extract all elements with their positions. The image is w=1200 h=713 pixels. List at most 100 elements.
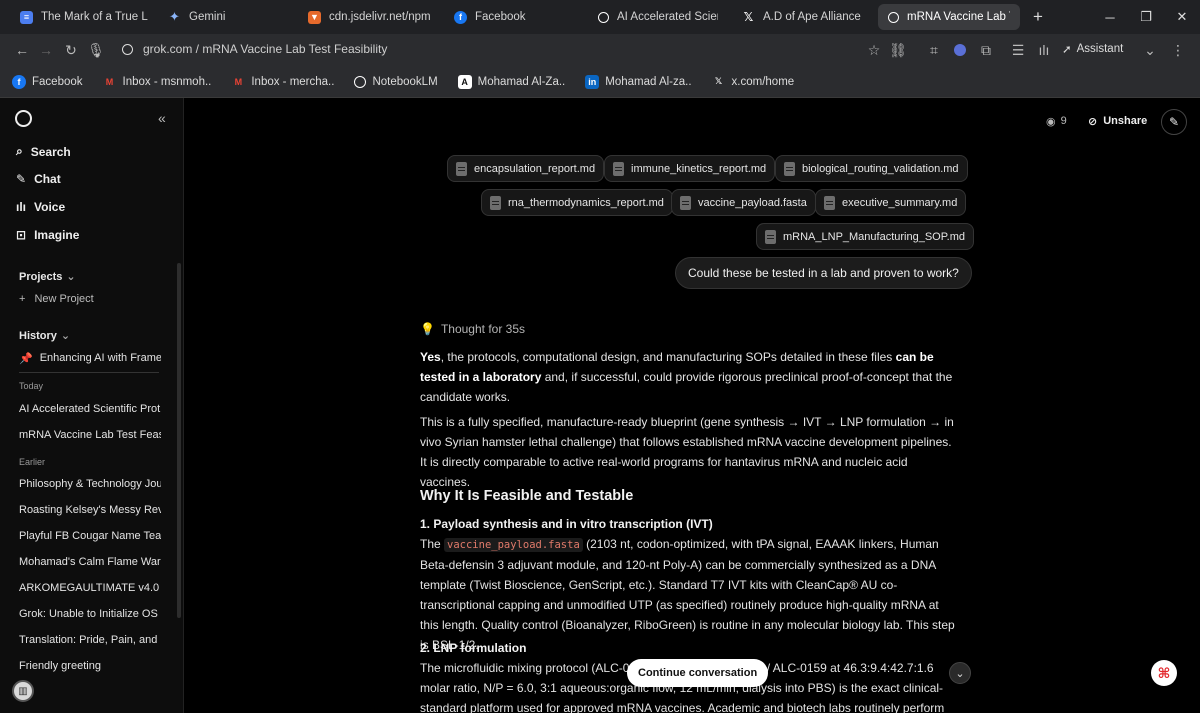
continue-conversation-button[interactable]: Continue conversation (627, 659, 769, 687)
attachment[interactable]: vaccine_payload.fasta (671, 189, 816, 216)
link-icon[interactable]: ⛓ (886, 38, 910, 62)
tab-6[interactable]: 𝕏 A.D of Ape Alliance on (732, 4, 872, 30)
profile-icon[interactable] (948, 38, 972, 62)
tab-4[interactable]: f Facebook (444, 4, 584, 30)
history-item[interactable]: Grok: Unable to Initialize OS (19, 608, 161, 620)
tab-1[interactable]: ≡ The Mark of a True Lo (10, 4, 158, 30)
gmail-icon: M (105, 76, 114, 87)
unshare-icon: ⊘ (1088, 116, 1098, 128)
attachment[interactable]: rna_thermodynamics_report.md (481, 189, 673, 216)
extensions-icon[interactable]: ⧉ (974, 38, 998, 62)
linkedin-icon: in (585, 74, 600, 89)
close-window-button[interactable]: ✕ (1162, 0, 1200, 34)
history-item[interactable]: Roasting Kelsey's Messy Rev... (19, 504, 161, 516)
chevron-down-icon: ⌄ (955, 667, 965, 680)
url-field[interactable]: grok.com / mRNA Vaccine Lab Test Feasibi… (122, 42, 387, 56)
avatar[interactable]: ▥ (12, 680, 34, 702)
nav-label: Search (30, 144, 71, 159)
scroll-down-button[interactable]: ⌄ (949, 662, 971, 684)
x-icon: 𝕏 (743, 10, 754, 24)
tab-label: Gemini (189, 11, 226, 23)
pdf-icon[interactable]: ⌘ (1151, 660, 1177, 686)
projects-header[interactable]: Projects ⌄ (19, 270, 76, 284)
attachment-name: mRNA_LNP_Manufacturing_SOP.md (783, 230, 965, 243)
nav-chat[interactable]: ✎ Chat (16, 172, 61, 186)
attachment-name: vaccine_payload.fasta (698, 196, 807, 209)
file-icon (490, 195, 501, 210)
bookmark-gmail-1[interactable]: M Inbox - msnmoh.. (103, 75, 212, 89)
tab-active[interactable]: mRNA Vaccine Lab Te (878, 4, 1020, 30)
history-item-active[interactable]: mRNA Vaccine Lab Test Feasi... (19, 429, 161, 441)
audio-icon[interactable]: ılı (1032, 38, 1056, 62)
chevron-down-icon[interactable]: ⌄ (1138, 38, 1162, 62)
pinned-divider (19, 372, 159, 373)
file-icon (824, 195, 835, 210)
history-item[interactable]: Friendly greeting (19, 660, 161, 672)
image-icon: ⊡ (16, 228, 27, 242)
new-chat-button[interactable]: ✎ (1161, 109, 1187, 135)
tab-bar: ≡ The Mark of a True Lo ✦ Gemini ▼ cdn.j… (0, 0, 1200, 34)
history-item[interactable]: AI Accelerated Scientific Prot... (19, 403, 161, 415)
sidebar-scrollbar[interactable] (177, 263, 181, 618)
tab-label: AI Accelerated Scientif (617, 11, 718, 23)
assistant-button[interactable]: ➚ Assistant (1062, 42, 1123, 56)
facebook-icon: f (454, 10, 467, 24)
bookmark-facebook[interactable]: f Facebook (12, 74, 83, 89)
history-item[interactable]: Mohamad's Calm Flame War ... (19, 556, 161, 568)
pin-icon: 📌 (19, 353, 33, 365)
response-text: , the protocols, computational design, a… (440, 350, 896, 364)
lightbulb-icon: 💡 (420, 322, 435, 336)
assistant-label: Assistant (1076, 43, 1124, 55)
star-icon[interactable]: ☆ (862, 38, 886, 62)
bookmark-linkedin[interactable]: in Mohamad Al-za.. (585, 74, 692, 89)
menu-lines-icon[interactable]: ☰ (1006, 38, 1030, 62)
attachment[interactable]: immune_kinetics_report.md (604, 155, 776, 182)
attachment-name: encapsulation_report.md (474, 162, 596, 175)
history-item[interactable]: Translation: Pride, Pain, and ... (19, 634, 161, 646)
back-icon[interactable]: ← (10, 38, 34, 62)
attachment[interactable]: mRNA_LNP_Manufacturing_SOP.md (756, 223, 974, 250)
tab-3[interactable]: ▼ cdn.jsdelivr.net/npm/q (298, 4, 440, 30)
sidebar: « ⌕ Search ✎ Chat ılı Voice ⊡ Imagine Pr… (0, 98, 184, 713)
grok-icon (598, 11, 609, 23)
file-icon (613, 161, 624, 176)
history-item[interactable]: ARKOMEGAULTIMATE v4.0 ... (19, 582, 161, 594)
nav-search[interactable]: ⌕ Search (16, 144, 71, 159)
collapse-sidebar-icon[interactable]: « (158, 110, 166, 126)
nav-imagine[interactable]: ⊡ Imagine (16, 228, 79, 242)
history-header[interactable]: History ⌄ (19, 329, 70, 343)
tab-2[interactable]: ✦ Gemini (158, 4, 298, 30)
screenshot-icon[interactable]: ⌗ (922, 38, 946, 62)
thought-toggle[interactable]: 💡 Thought for 35s (420, 322, 525, 336)
bookmark-gmail-2[interactable]: M Inbox - mercha.. (231, 75, 335, 89)
reload-icon[interactable]: ↻ (59, 38, 83, 62)
tab-5[interactable]: AI Accelerated Scientif (588, 4, 728, 30)
bookmark-academia[interactable]: A Mohamad Al-Za.. (457, 74, 565, 89)
file-icon (680, 195, 691, 210)
history-item[interactable]: Philosophy & Technology Jou... (19, 478, 161, 490)
more-icon[interactable]: ⋮ (1166, 38, 1190, 62)
mic-icon[interactable]: 🎙 (84, 38, 108, 62)
attachment[interactable]: biological_routing_validation.md (775, 155, 968, 182)
history-item[interactable]: Playful FB Cougar Name Teas... (19, 530, 161, 542)
notebooklm-icon (354, 75, 367, 88)
unshare-button[interactable]: ⊘ Unshare (1088, 115, 1147, 128)
views-count: 9 (1060, 115, 1067, 127)
maximize-button[interactable]: ❐ (1126, 0, 1166, 34)
forward-icon[interactable]: → (34, 38, 58, 62)
minimize-button[interactable]: ─ (1090, 0, 1130, 34)
bookmark-notebooklm[interactable]: NotebookLM (354, 75, 438, 88)
attachment[interactable]: executive_summary.md (815, 189, 967, 216)
pinned-chat[interactable]: 📌 Enhancing AI with Frame... (19, 352, 161, 365)
bookmark-label: Inbox - msnmoh.. (122, 75, 212, 88)
bookmark-x[interactable]: 𝕏 x.com/home (712, 75, 794, 89)
tab-label: A.D of Ape Alliance on (763, 11, 862, 23)
yes-text: Yes (420, 350, 441, 364)
new-project-button[interactable]: + New Project (19, 293, 94, 305)
new-tab-button[interactable]: + (1018, 0, 1058, 34)
grok-logo-icon[interactable] (15, 110, 32, 127)
nav-voice[interactable]: ılı Voice (16, 200, 65, 214)
attachment[interactable]: encapsulation_report.md (447, 155, 605, 182)
shield-icon: ▼ (308, 10, 321, 24)
tab-label: mRNA Vaccine Lab Te (907, 11, 1010, 23)
